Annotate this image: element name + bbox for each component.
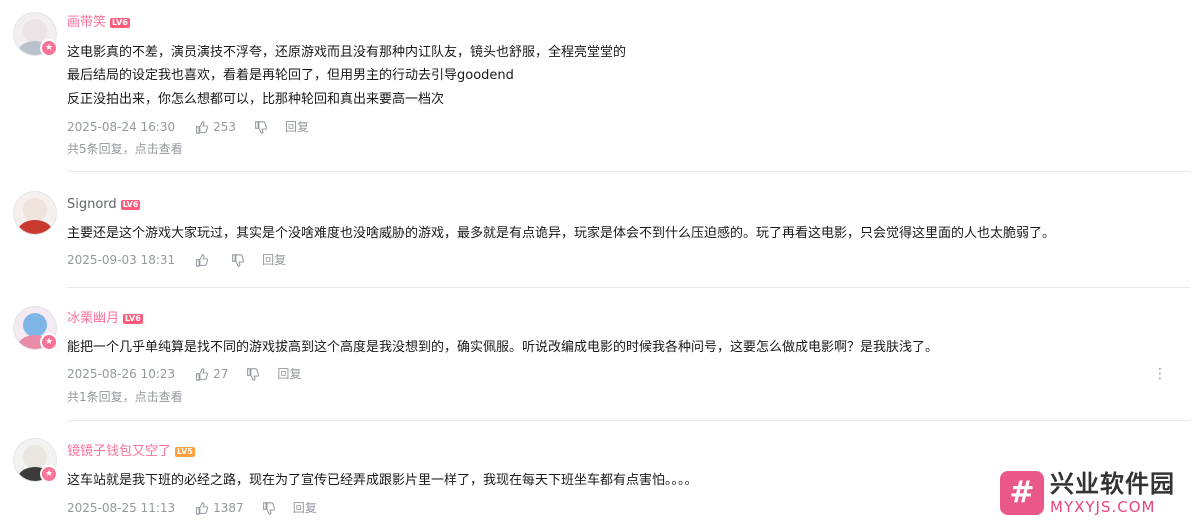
like-button[interactable]: 253	[195, 119, 236, 135]
view-replies-link[interactable]: 共1条回复，点击查看	[67, 389, 183, 405]
thumbs-down-icon	[255, 120, 268, 134]
comment-meta: 2025-08-25 11:13 1387 回复	[67, 500, 317, 516]
like-button[interactable]	[195, 253, 213, 267]
avatar[interactable]	[13, 191, 57, 235]
more-options-icon[interactable]: ⋮	[1153, 367, 1167, 381]
vip-badge-icon: ★	[40, 39, 58, 57]
comment-time: 2025-08-26 10:23	[67, 367, 176, 381]
level-badge: LV5	[175, 447, 195, 457]
comment-time: 2025-08-24 16:30	[67, 120, 176, 134]
comment-text-line: 这车站就是我下班的必经之路，现在为了宣传已经弄成跟影片里一样了，我现在每天下班坐…	[67, 473, 698, 488]
like-count: 1387	[213, 501, 244, 515]
dislike-button[interactable]	[262, 501, 275, 515]
watermark-logo-icon: #	[1000, 471, 1044, 515]
reply-button[interactable]: 回复	[285, 119, 309, 135]
thumbs-down-icon	[232, 253, 245, 267]
comment-meta: 2025-08-24 16:30 253 回复	[67, 119, 309, 135]
thumbs-up-icon	[196, 501, 209, 515]
thumbs-up-icon	[196, 120, 209, 134]
thumbs-up-icon	[196, 367, 209, 381]
username[interactable]: Signord LV6	[67, 197, 141, 213]
watermark-name: 兴业软件园	[1050, 470, 1175, 498]
comment-text-line: 主要还是这个游戏大家玩过，其实是个没啥难度也没啥威胁的游戏，最多就是有点诡异，玩…	[67, 226, 1056, 241]
divider	[67, 420, 1190, 421]
level-badge: LV6	[123, 314, 143, 324]
thumbs-down-icon	[247, 367, 260, 381]
like-button[interactable]: 1387	[195, 500, 244, 516]
site-watermark: # 兴业软件园 MYXYJS.COM	[1000, 463, 1200, 523]
reply-button[interactable]: 回复	[277, 366, 301, 382]
dislike-button[interactable]	[254, 120, 268, 134]
watermark-domain: MYXYJS.COM	[1050, 498, 1156, 516]
username[interactable]: 镜镜子钱包又空了 LV5	[67, 444, 195, 460]
like-count: 27	[213, 367, 229, 381]
level-badge: LV6	[110, 18, 130, 28]
thumbs-down-icon	[262, 501, 275, 515]
like-count: 253	[213, 120, 237, 134]
avatar[interactable]: ★	[13, 306, 58, 351]
avatar[interactable]: ★	[13, 438, 58, 483]
divider	[67, 171, 1190, 172]
reply-button[interactable]: 回复	[262, 252, 286, 268]
comment-text-line: 能把一个几乎单纯算是找不同的游戏拔高到这个高度是我没想到的，确实佩服。听说改编成…	[67, 340, 939, 355]
reply-button[interactable]: 回复	[293, 500, 317, 516]
avatar[interactable]: ★	[13, 12, 58, 57]
comment-meta: 2025-09-03 18:31 回复	[67, 252, 286, 268]
comment-text-line: 最后结局的设定我也喜欢，看着是再轮回了，但用男主的行动去引导goodend	[67, 68, 514, 83]
vip-badge-icon: ★	[40, 465, 58, 483]
dislike-button[interactable]	[246, 367, 260, 381]
level-badge: LV6	[120, 200, 141, 210]
comment-meta: 2025-08-26 10:23 27 回复	[67, 366, 301, 382]
comment-time: 2025-09-03 18:31	[67, 253, 176, 267]
view-replies-link[interactable]: 共5条回复，点击查看	[67, 141, 183, 157]
comment-text-line: 反正没拍出来，你怎么想都可以，比那种轮回和真出来要高一档次	[67, 92, 445, 107]
username[interactable]: 冰栗幽月 LV6	[67, 311, 143, 327]
username[interactable]: 画带笑 LV6	[67, 15, 130, 31]
thumbs-up-icon	[196, 253, 209, 267]
dislike-button[interactable]	[231, 253, 245, 267]
divider	[67, 287, 1190, 288]
comment-text-line: 这电影真的不差，演员演技不浮夸，还原游戏而且没有那种内讧队友，镜头也舒服，全程亮…	[67, 45, 627, 60]
comment-time: 2025-08-25 11:13	[67, 501, 176, 515]
vip-badge-icon: ★	[40, 333, 58, 351]
like-button[interactable]: 27	[195, 366, 228, 382]
